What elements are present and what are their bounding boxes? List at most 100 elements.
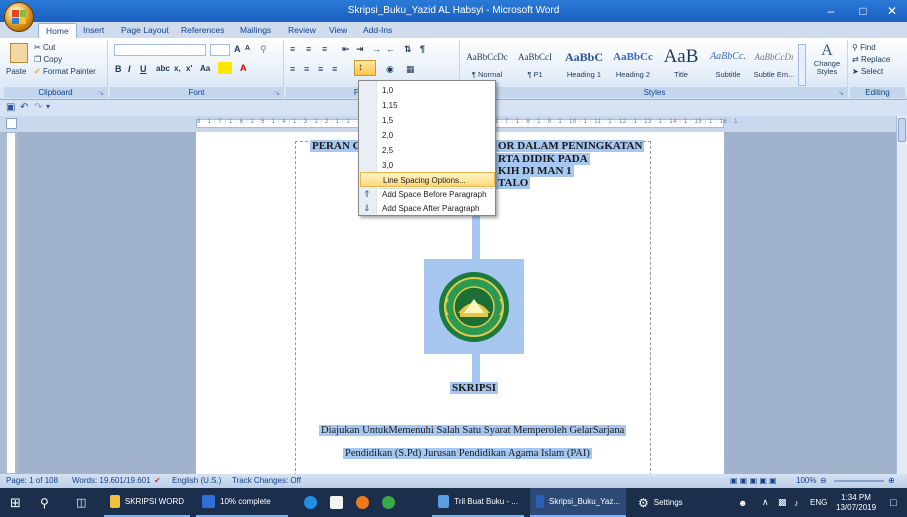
scroll-thumb[interactable] bbox=[898, 118, 906, 142]
font-color-icon[interactable]: A bbox=[240, 63, 247, 73]
taskbar-app-skripsi-buku[interactable]: Skripsi_Buku_Yaz... bbox=[530, 488, 626, 517]
align-right-icon[interactable]: ≡ bbox=[318, 64, 323, 74]
tab-page-layout[interactable]: Page Layout bbox=[114, 23, 176, 38]
people-icon[interactable]: ☻ bbox=[738, 488, 747, 517]
start-button[interactable]: ⊞ bbox=[10, 488, 21, 517]
copy-button[interactable]: ❐ Copy bbox=[34, 55, 62, 64]
taskbar-app-tril[interactable]: Tril Buat Buku - ... bbox=[432, 488, 524, 517]
style-heading-1[interactable]: AaBbC Heading 1 bbox=[560, 44, 608, 86]
cut-button[interactable]: ✂ Cut bbox=[34, 43, 55, 52]
tab-selector-icon[interactable] bbox=[6, 118, 17, 129]
zoom-slider[interactable] bbox=[834, 480, 884, 482]
change-case-button[interactable]: Aa bbox=[200, 64, 210, 73]
spacing-1-5[interactable]: 1,5 bbox=[360, 113, 495, 128]
line-spacing-options[interactable]: Line Spacing Options... bbox=[360, 172, 495, 187]
body-line-1[interactable]: Diajukan UntukMemenuhi Salah Satu Syarat… bbox=[319, 425, 627, 436]
word-count[interactable]: Words: 19.601/19.601 bbox=[72, 476, 151, 485]
superscript-button[interactable]: x' bbox=[186, 64, 192, 73]
highlight-icon[interactable] bbox=[218, 62, 232, 74]
tab-home[interactable]: Home bbox=[38, 23, 77, 38]
tab-add-ins[interactable]: Add-Ins bbox=[356, 23, 399, 38]
style-subtitle[interactable]: AaBbCc. Subtitle bbox=[706, 44, 750, 86]
find-button[interactable]: ⚲ Find bbox=[852, 43, 876, 52]
undo-icon[interactable]: ↶ bbox=[20, 102, 28, 113]
font-launcher-icon[interactable]: ↘ bbox=[274, 89, 280, 97]
tab-review[interactable]: Review bbox=[281, 23, 323, 38]
tab-references[interactable]: References bbox=[174, 23, 231, 38]
close-button[interactable]: ✕ bbox=[876, 0, 907, 22]
language[interactable]: English (U.S.) bbox=[172, 476, 221, 485]
taskbar-app-settings[interactable]: ⚙ Settings bbox=[632, 488, 704, 517]
title-line-3[interactable]: KIH DI MAN 1 bbox=[496, 165, 574, 177]
page-count[interactable]: Page: 1 of 108 bbox=[6, 476, 58, 485]
style-title[interactable]: AaB Title bbox=[658, 44, 704, 86]
underline-button[interactable]: U bbox=[140, 64, 147, 74]
tray-overflow-icon[interactable]: ∧ bbox=[762, 488, 769, 517]
save-icon[interactable]: ▣ bbox=[6, 102, 15, 113]
font-size-box[interactable] bbox=[210, 44, 230, 56]
shrink-font-button[interactable]: A bbox=[245, 45, 250, 52]
notifications-icon[interactable]: □ bbox=[890, 488, 897, 517]
zoom-in-icon[interactable]: ⊕ bbox=[888, 476, 895, 485]
spacing-1-15[interactable]: 1,15 bbox=[360, 98, 495, 113]
align-left-icon[interactable]: ≡ bbox=[290, 64, 295, 74]
tab-view[interactable]: View bbox=[322, 23, 354, 38]
grow-font-button[interactable]: A bbox=[234, 44, 241, 54]
office-button[interactable] bbox=[4, 2, 34, 32]
spacing-2-5[interactable]: 2,5 bbox=[360, 143, 495, 158]
taskbar-app-firefox[interactable] bbox=[356, 488, 374, 517]
style-subtle-emphasis[interactable]: AaBbCcDı Subtle Em... bbox=[752, 44, 796, 86]
vertical-scrollbar[interactable] bbox=[896, 116, 907, 474]
tab-insert[interactable]: Insert bbox=[76, 23, 111, 38]
ltr-icon[interactable]: → bbox=[372, 44, 381, 54]
strikethrough-button[interactable]: abc bbox=[156, 64, 170, 73]
shading-icon[interactable]: ◉ bbox=[386, 64, 394, 75]
zoom-out-icon[interactable]: ⊖ bbox=[820, 476, 827, 485]
tab-mailings[interactable]: Mailings bbox=[233, 23, 278, 38]
format-painter-button[interactable]: ✐ Format Painter bbox=[34, 67, 96, 76]
bold-button[interactable]: B bbox=[115, 64, 122, 74]
title-line-4[interactable]: TALO bbox=[496, 177, 531, 189]
clipboard-launcher-icon[interactable]: ↘ bbox=[98, 89, 104, 97]
rtl-icon[interactable]: ← bbox=[386, 44, 395, 54]
select-button[interactable]: ➤ Select bbox=[852, 67, 883, 76]
add-space-before[interactable]: Add Space Before Paragraph bbox=[360, 187, 495, 202]
taskbar-app-download[interactable]: 10% complete bbox=[196, 488, 288, 517]
bullets-icon[interactable]: ≡ bbox=[290, 44, 295, 54]
italic-button[interactable]: I bbox=[128, 64, 131, 74]
title-line-2[interactable]: RTA DIDIK PADA bbox=[496, 153, 590, 165]
input-language[interactable]: ENG bbox=[810, 488, 827, 517]
sort-icon[interactable]: ⇅ bbox=[404, 44, 412, 55]
decrease-indent-icon[interactable]: ⇤ bbox=[342, 44, 350, 55]
paste-button[interactable]: Paste bbox=[6, 67, 26, 76]
body-line-2[interactable]: Pendidikan (S.Pd) Jurusan Pendidikan Aga… bbox=[343, 448, 592, 459]
spacing-2-0[interactable]: 2,0 bbox=[360, 128, 495, 143]
add-space-after[interactable]: Add Space After Paragraph bbox=[360, 201, 495, 216]
customize-qat-icon[interactable]: ▾ bbox=[46, 102, 50, 111]
multilevel-list-icon[interactable]: ≡ bbox=[322, 44, 327, 54]
line-spacing-button[interactable]: ↕ bbox=[354, 60, 376, 76]
styles-launcher-icon[interactable]: ↘ bbox=[838, 89, 844, 97]
subscript-button[interactable]: x, bbox=[174, 64, 181, 73]
numbering-icon[interactable]: ≡ bbox=[306, 44, 311, 54]
skripsi-heading[interactable]: SKRIPSI bbox=[450, 382, 499, 394]
title-line-1-left[interactable]: PERAN G bbox=[310, 140, 364, 152]
clear-format-icon[interactable]: ⚲ bbox=[260, 44, 267, 55]
university-logo[interactable] bbox=[424, 259, 524, 354]
font-name-box[interactable] bbox=[114, 44, 206, 56]
track-changes[interactable]: Track Changes: Off bbox=[232, 476, 301, 485]
taskbar-app-edge[interactable] bbox=[304, 488, 322, 517]
style-heading-2[interactable]: AaBbCc Heading 2 bbox=[610, 44, 656, 86]
network-icon[interactable]: ▩ bbox=[778, 488, 787, 517]
maximize-button[interactable]: □ bbox=[847, 0, 879, 22]
view-buttons[interactable]: ▣ ▣ ▣ ▣ ▣ bbox=[730, 476, 777, 485]
redo-icon[interactable]: ↷ bbox=[34, 102, 42, 113]
style-p1[interactable]: AaBbCcI ¶ P1 bbox=[512, 44, 558, 86]
zoom-level[interactable]: 100% bbox=[796, 476, 816, 485]
proofing-icon[interactable]: ✔ bbox=[154, 476, 161, 485]
volume-icon[interactable]: ♪ bbox=[794, 488, 799, 517]
search-button[interactable]: ⚲ bbox=[40, 488, 49, 517]
taskbar-app-chrome[interactable] bbox=[382, 488, 400, 517]
title-line-1-right[interactable]: OR DALAM PENINGKATAN bbox=[496, 140, 645, 152]
justify-icon[interactable]: ≡ bbox=[332, 64, 337, 74]
